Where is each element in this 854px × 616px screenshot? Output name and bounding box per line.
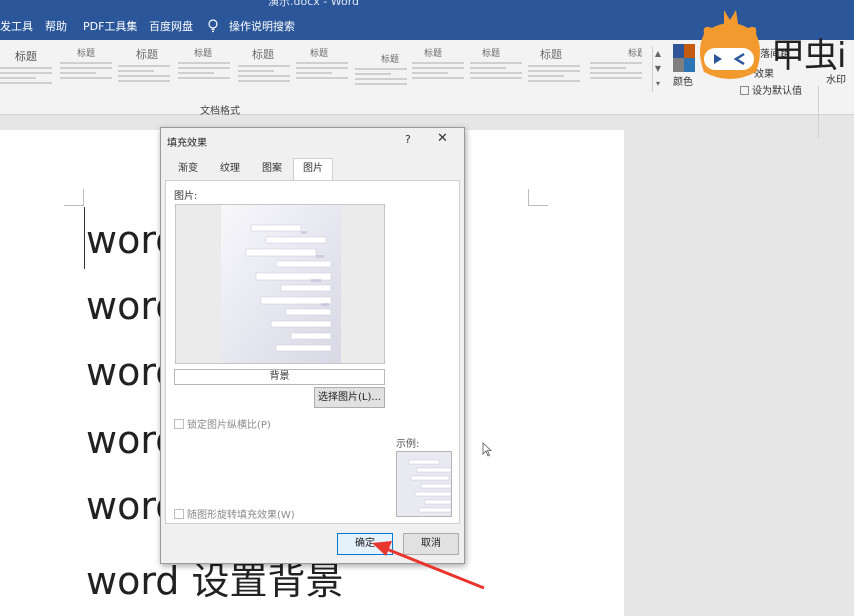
tab-gradient[interactable]: 渐变 xyxy=(171,159,205,180)
tab-pattern[interactable]: 图案 xyxy=(255,159,289,180)
cancel-button[interactable]: 取消 xyxy=(403,533,459,555)
lightbulb-icon xyxy=(208,19,218,33)
tab-panel-picture: 图片: 背景 选择图片(L)... 锁定图片纵横比(P) 示例: 随图形旋转填充… xyxy=(165,180,460,524)
fill-effects-dialog[interactable]: 填充效果 ? ✕ 渐变 纹理 图案 图片 图片: 背景 选择图片(L)... 锁… xyxy=(160,127,465,564)
gallery-down-icon[interactable]: ▼ xyxy=(653,61,663,76)
logo-text: 甲虫i xyxy=(771,36,846,76)
style-thumb-5[interactable]: 标题 xyxy=(238,46,290,96)
style-thumb-9[interactable]: 标题 xyxy=(470,46,522,96)
background-picture xyxy=(221,205,341,363)
select-picture-button[interactable]: 选择图片(L)... xyxy=(314,387,385,408)
lock-aspect-checkbox[interactable]: 锁定图片纵横比(P) xyxy=(174,416,271,431)
style-thumb-6[interactable]: 标题 xyxy=(296,46,348,96)
menu-baidu-netdisk[interactable]: 百度网盘 xyxy=(149,18,193,34)
style-thumb-11[interactable]: 标题 xyxy=(590,46,642,96)
style-thumb-1[interactable]: 标题 xyxy=(0,46,52,96)
menu-pdf-tools[interactable]: PDF工具集 xyxy=(83,18,137,34)
picture-label: 图片: xyxy=(174,191,198,202)
example-picture xyxy=(397,452,451,516)
text-cursor xyxy=(84,207,85,269)
picture-name-field: 背景 xyxy=(174,369,385,385)
logo-icon xyxy=(700,10,760,79)
rotate-with-shape-checkbox[interactable]: 随图形旋转填充效果(W) xyxy=(174,506,295,521)
checkbox-icon xyxy=(174,419,184,429)
tell-me-search[interactable]: 操作说明搜索 xyxy=(229,18,295,34)
gallery-more-icon[interactable]: ▾ xyxy=(653,76,663,91)
window-title: 演示.docx - Word xyxy=(268,0,360,8)
ribbon-separator xyxy=(818,86,819,138)
dialog-title: 填充效果 xyxy=(167,138,207,149)
colors-icon[interactable] xyxy=(673,44,695,72)
tab-texture[interactable]: 纹理 xyxy=(213,159,247,180)
ok-button[interactable]: 确定 xyxy=(337,533,393,555)
style-thumb-4[interactable]: 标题 xyxy=(178,46,230,96)
close-icon[interactable]: ✕ xyxy=(437,131,448,146)
style-thumb-3[interactable]: 标题 xyxy=(118,46,170,96)
menu-help[interactable]: 帮助 xyxy=(45,18,67,34)
margin-mark-right xyxy=(528,189,548,206)
ribbon-group-label: 文档格式 xyxy=(200,106,240,117)
margin-mark-left xyxy=(64,189,84,206)
picture-preview xyxy=(175,204,385,364)
gallery-up-icon[interactable]: ▲ xyxy=(653,46,663,61)
example-label: 示例: xyxy=(396,439,420,450)
checkbox-icon xyxy=(174,509,184,519)
example-preview xyxy=(396,451,452,517)
style-thumb-10[interactable]: 标题 xyxy=(528,46,580,96)
style-thumb-8[interactable]: 标题 xyxy=(412,46,464,96)
gallery-scrollbar[interactable]: ▲ ▼ ▾ xyxy=(652,46,663,92)
style-thumb-2[interactable]: 标题 xyxy=(60,46,112,96)
colors-label[interactable]: 颜色 xyxy=(673,73,693,88)
tab-picture[interactable]: 图片 xyxy=(293,158,333,181)
mouse-pointer-icon xyxy=(482,442,492,457)
help-icon[interactable]: ? xyxy=(405,133,411,146)
style-thumb-7[interactable]: 标题 xyxy=(355,46,407,96)
menu-developer-tools[interactable]: 发工具 xyxy=(0,18,33,34)
